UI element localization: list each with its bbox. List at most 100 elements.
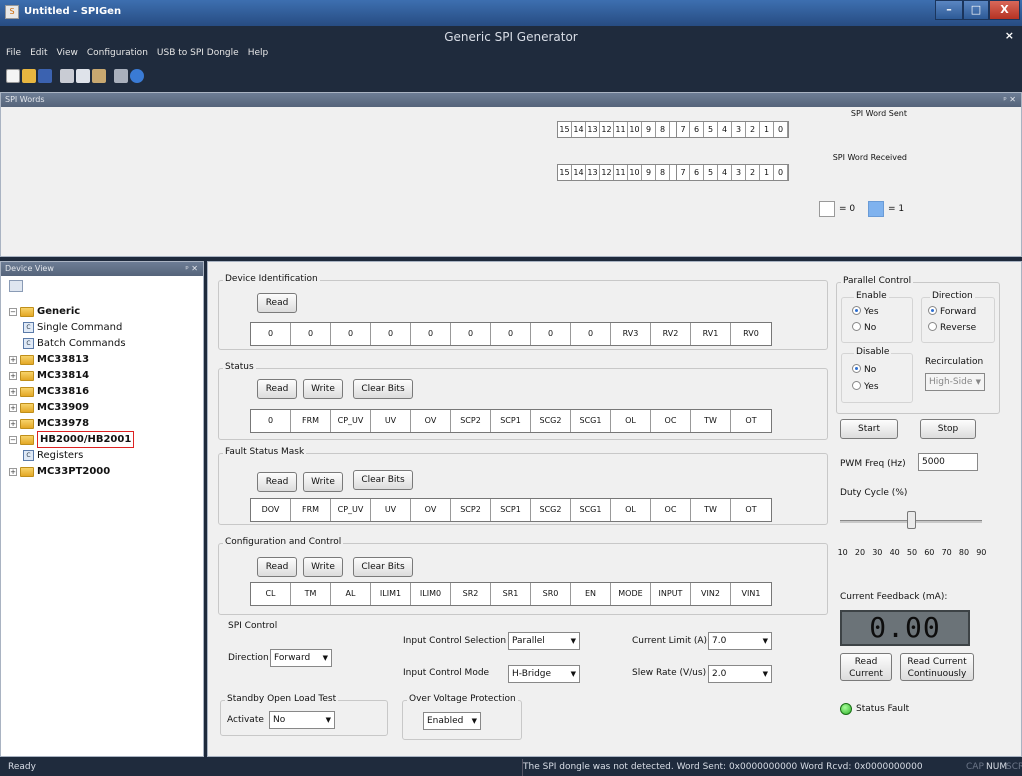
- expand-icon[interactable]: +: [9, 403, 17, 412]
- bit-cell[interactable]: 13: [586, 165, 600, 180]
- register-bit-cell[interactable]: 0: [571, 323, 611, 345]
- bit-cell[interactable]: 0: [774, 165, 788, 180]
- menu-usb-dongle[interactable]: USB to SPI Dongle: [157, 48, 239, 58]
- config-read-button[interactable]: Read: [257, 557, 297, 577]
- menu-configuration[interactable]: Configuration: [87, 48, 148, 58]
- bit-cell[interactable]: 3: [732, 165, 746, 180]
- register-bit-cell[interactable]: ILIM0: [411, 583, 451, 605]
- current-limit-select[interactable]: 7.0 ▼: [708, 632, 772, 650]
- tree-item[interactable]: + MC33978: [9, 416, 89, 431]
- register-bit-cell[interactable]: OT: [731, 499, 771, 521]
- maximize-button[interactable]: □: [963, 0, 989, 20]
- register-bit-cell[interactable]: FRM: [291, 410, 331, 432]
- menu-edit[interactable]: Edit: [30, 48, 47, 58]
- tree-item[interactable]: C Registers: [23, 448, 83, 463]
- register-bit-cell[interactable]: TW: [691, 499, 731, 521]
- direction-select[interactable]: Forward ▼: [270, 649, 332, 667]
- register-bit-cell[interactable]: VIN2: [691, 583, 731, 605]
- bit-cell[interactable]: 13: [586, 122, 600, 137]
- register-bit-cell[interactable]: 0: [251, 323, 291, 345]
- register-bit-cell[interactable]: 0: [371, 323, 411, 345]
- bit-cell[interactable]: 6: [690, 165, 704, 180]
- menu-view[interactable]: View: [57, 48, 78, 58]
- register-bit-cell[interactable]: AL: [331, 583, 371, 605]
- register-bit-cell[interactable]: SCG2: [531, 410, 571, 432]
- bit-cell[interactable]: 9: [642, 122, 656, 137]
- register-bit-cell[interactable]: RV1: [691, 323, 731, 345]
- config-clear-bits-button[interactable]: Clear Bits: [353, 557, 413, 577]
- register-bit-cell[interactable]: 0: [331, 323, 371, 345]
- register-bit-cell[interactable]: SR1: [491, 583, 531, 605]
- register-bit-cell[interactable]: RV2: [651, 323, 691, 345]
- register-bit-cell[interactable]: CP_UV: [331, 410, 371, 432]
- register-bit-cell[interactable]: CL: [251, 583, 291, 605]
- read-current-continuously-button[interactable]: Read Current Continuously: [900, 653, 974, 681]
- menu-file[interactable]: File: [6, 48, 21, 58]
- duty-cycle-slider-thumb[interactable]: [907, 511, 916, 529]
- tree-item[interactable]: + MC33814: [9, 368, 89, 383]
- minimize-button[interactable]: –: [935, 0, 963, 20]
- register-bit-cell[interactable]: OL: [611, 410, 651, 432]
- copy-icon[interactable]: [76, 69, 90, 83]
- register-bit-cell[interactable]: MODE: [611, 583, 651, 605]
- bit-cell[interactable]: 1: [760, 122, 774, 137]
- bit-cell[interactable]: 14: [572, 165, 586, 180]
- save-icon[interactable]: [38, 69, 52, 83]
- status-read-button[interactable]: Read: [257, 379, 297, 399]
- fault-mask-read-button[interactable]: Read: [257, 472, 297, 492]
- pwm-freq-input[interactable]: 5000: [918, 453, 978, 471]
- tree-item[interactable]: + MC33PT2000: [9, 464, 110, 479]
- register-bit-cell[interactable]: SCG1: [571, 410, 611, 432]
- slew-rate-select[interactable]: 2.0 ▼: [708, 665, 772, 683]
- fault-mask-write-button[interactable]: Write: [303, 472, 343, 492]
- bit-cell[interactable]: 12: [600, 165, 614, 180]
- register-bit-cell[interactable]: SCP2: [451, 499, 491, 521]
- register-bit-cell[interactable]: RV3: [611, 323, 651, 345]
- bit-cell[interactable]: 7: [676, 165, 690, 180]
- bit-cell[interactable]: 10: [628, 165, 642, 180]
- bit-cell[interactable]: 8: [656, 165, 670, 180]
- start-button[interactable]: Start: [840, 419, 898, 439]
- close-document-icon[interactable]: ×: [1005, 29, 1014, 42]
- register-bit-cell[interactable]: SCP1: [491, 499, 531, 521]
- register-bit-cell[interactable]: OV: [411, 410, 451, 432]
- register-bit-cell[interactable]: SR0: [531, 583, 571, 605]
- register-bit-cell[interactable]: SCP1: [491, 410, 531, 432]
- register-bit-cell[interactable]: CP_UV: [331, 499, 371, 521]
- cut-icon[interactable]: [60, 69, 74, 83]
- bit-cell[interactable]: 2: [746, 165, 760, 180]
- register-bit-cell[interactable]: 0: [531, 323, 571, 345]
- bit-cell[interactable]: 0: [774, 122, 788, 137]
- read-current-button[interactable]: Read Current: [840, 653, 892, 681]
- bit-cell[interactable]: 5: [704, 122, 718, 137]
- bit-cell[interactable]: 7: [676, 122, 690, 137]
- register-bit-cell[interactable]: SR2: [451, 583, 491, 605]
- fault-mask-clear-bits-button[interactable]: Clear Bits: [353, 470, 413, 490]
- bit-cell[interactable]: 11: [614, 165, 628, 180]
- expand-icon[interactable]: +: [9, 419, 17, 428]
- expand-icon[interactable]: +: [9, 387, 17, 396]
- bit-cell[interactable]: 4: [718, 165, 732, 180]
- register-bit-cell[interactable]: INPUT: [651, 583, 691, 605]
- ovp-select[interactable]: Enabled ▼: [423, 712, 481, 730]
- status-clear-bits-button[interactable]: Clear Bits: [353, 379, 413, 399]
- expand-icon[interactable]: +: [9, 467, 17, 476]
- stop-button[interactable]: Stop: [920, 419, 976, 439]
- bit-cell[interactable]: 12: [600, 122, 614, 137]
- expand-icon[interactable]: +: [9, 371, 17, 380]
- register-bit-cell[interactable]: DOV: [251, 499, 291, 521]
- tree-item[interactable]: − HB2000/HB2001: [9, 431, 135, 448]
- disable-no-radio[interactable]: No: [852, 364, 876, 375]
- register-bit-cell[interactable]: EN: [571, 583, 611, 605]
- paste-icon[interactable]: [92, 69, 106, 83]
- reverse-radio[interactable]: Reverse: [928, 322, 976, 333]
- register-bit-cell[interactable]: OL: [611, 499, 651, 521]
- tree-item[interactable]: − Generic: [9, 304, 80, 319]
- close-button[interactable]: X: [989, 0, 1020, 20]
- recirculation-select[interactable]: High-Side ▼: [925, 373, 985, 391]
- print-icon[interactable]: [114, 69, 128, 83]
- register-bit-cell[interactable]: 0: [251, 410, 291, 432]
- bit-cell[interactable]: 5: [704, 165, 718, 180]
- tree-item[interactable]: + MC33816: [9, 384, 89, 399]
- register-bit-cell[interactable]: SCG2: [531, 499, 571, 521]
